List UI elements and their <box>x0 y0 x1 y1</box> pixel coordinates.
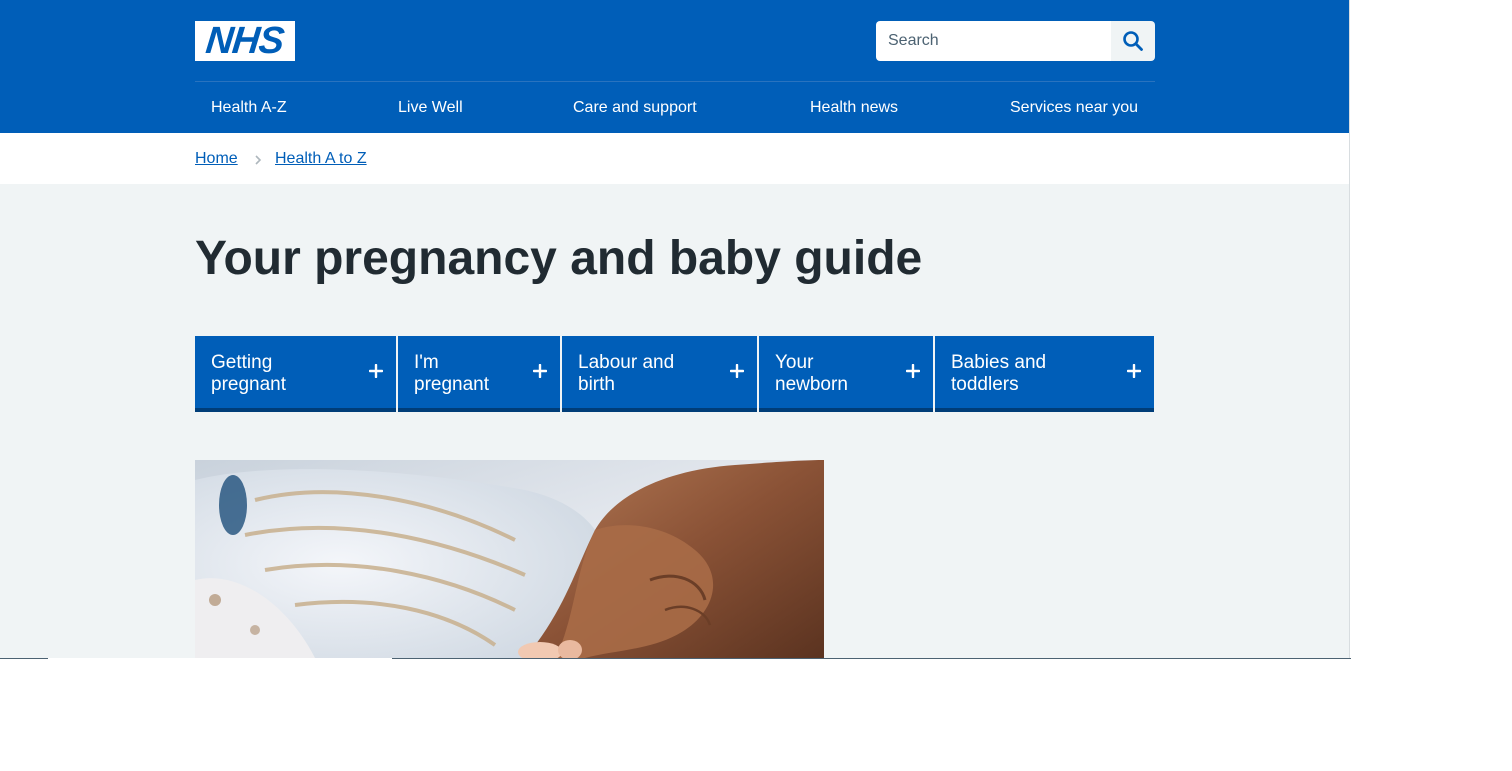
tab-labour-and-birth[interactable]: Labour and birth <box>562 336 757 412</box>
viewport-bottom-gap <box>48 658 392 659</box>
nhs-logo[interactable]: NHS <box>195 20 295 62</box>
tab-label: I'm pregnant <box>414 352 490 395</box>
search-input[interactable] <box>876 21 1111 61</box>
search-icon <box>1123 31 1143 51</box>
tab-label: Your newborn <box>775 352 848 395</box>
chevron-right-icon <box>255 155 262 165</box>
search-form <box>876 21 1155 61</box>
nav-live-well[interactable]: Live Well <box>398 82 463 133</box>
site-header: NHS Health A-Z Live Well Care and suppor… <box>0 0 1349 133</box>
page-viewport: NHS Health A-Z Live Well Care and suppor… <box>0 0 1350 658</box>
tab-label: Labour and birth <box>578 352 675 395</box>
breadcrumb: Home Health A to Z <box>0 133 1349 184</box>
page-title: Your pregnancy and baby guide <box>195 232 923 285</box>
breadcrumb-health-a-to-z[interactable]: Health A to Z <box>275 150 367 168</box>
plus-icon <box>906 364 920 378</box>
nav-health-news[interactable]: Health news <box>810 82 898 133</box>
tab-getting-pregnant[interactable]: Getting pregnant <box>195 336 396 412</box>
tab-im-pregnant[interactable]: I'm pregnant <box>398 336 560 412</box>
plus-icon <box>369 364 383 378</box>
plus-icon <box>533 364 547 378</box>
tab-label: Babies and toddlers <box>951 352 1047 395</box>
breadcrumb-home[interactable]: Home <box>195 150 238 168</box>
nhs-logo-text: NHS <box>204 20 286 62</box>
hero-image-newborn-hand <box>195 460 824 658</box>
main-navigation: Health A-Z Live Well Care and support He… <box>195 82 1155 133</box>
search-button[interactable] <box>1111 21 1155 61</box>
nav-care-and-support[interactable]: Care and support <box>573 82 697 133</box>
hero-illustration <box>195 460 824 658</box>
tab-label: Getting pregnant <box>211 352 287 395</box>
plus-icon <box>730 364 744 378</box>
nav-services-near-you[interactable]: Services near you <box>1010 82 1138 133</box>
tab-your-newborn[interactable]: Your newborn <box>759 336 933 412</box>
tab-babies-and-toddlers[interactable]: Babies and toddlers <box>935 336 1154 412</box>
nav-health-a-z[interactable]: Health A-Z <box>211 82 287 133</box>
plus-icon <box>1127 364 1141 378</box>
